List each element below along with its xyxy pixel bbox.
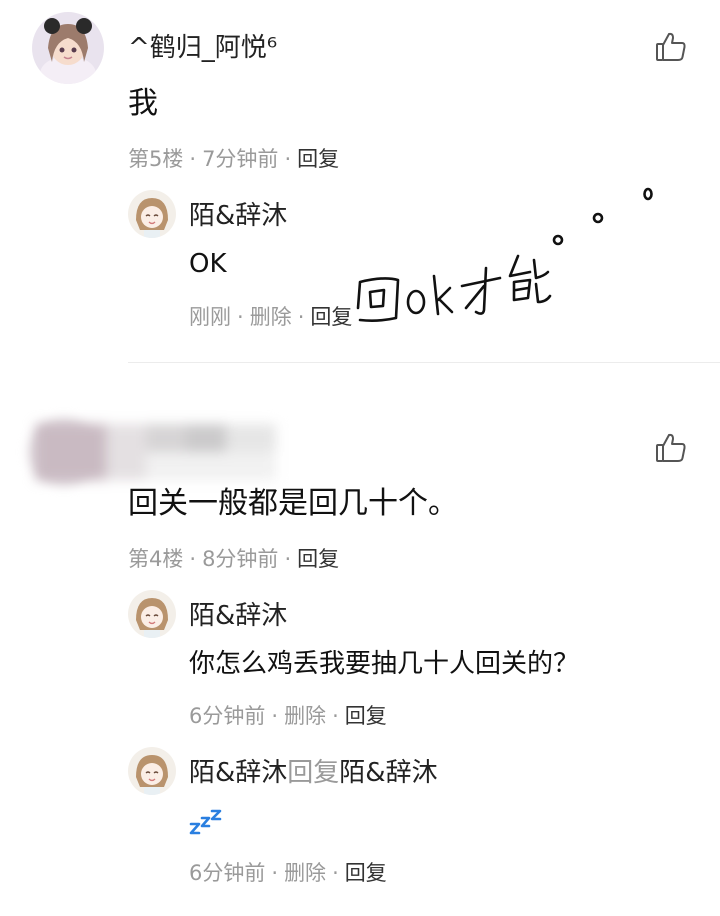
delete-button[interactable]: 删除 xyxy=(250,305,292,329)
timestamp: 7分钟前 xyxy=(202,147,279,171)
comment-author[interactable]: ^鹤归_阿悦⁶ xyxy=(128,35,277,61)
reply-author[interactable]: 陌&辞沐 xyxy=(189,603,287,629)
separator-dot: · xyxy=(284,147,292,171)
avatar[interactable] xyxy=(128,590,176,638)
separator-dot: · xyxy=(284,547,292,571)
avatar[interactable] xyxy=(128,747,176,795)
comment-text: 我 xyxy=(128,86,158,121)
reply-button[interactable]: 回复 xyxy=(310,305,352,329)
separator-dot: · xyxy=(237,305,244,329)
reply-meta: 6分钟前 · 删除 · 回复 xyxy=(189,863,387,884)
reply-button[interactable]: 回复 xyxy=(297,547,339,571)
comment-text: 回关一般都是回几十个。 xyxy=(128,486,458,521)
thumbs-up-icon[interactable] xyxy=(654,431,688,465)
reply-button[interactable]: 回复 xyxy=(297,147,339,171)
floor-label: 第5楼 xyxy=(128,147,184,171)
delete-button[interactable]: 删除 xyxy=(284,861,326,885)
reply-text: 你怎么鸡丢我要抽几十人回关的？ xyxy=(189,649,580,679)
floor-label: 第4楼 xyxy=(128,547,184,571)
comment-meta: 第4楼 · 8分钟前 · 回复 xyxy=(128,549,339,570)
reply-to-label: 回复 xyxy=(287,758,340,788)
timestamp: 8分钟前 xyxy=(202,547,279,571)
delete-button[interactable]: 删除 xyxy=(284,704,326,728)
avatar[interactable] xyxy=(32,12,104,84)
separator-dot: · xyxy=(271,704,279,728)
timestamp: 刚刚 xyxy=(189,305,231,329)
reply-button[interactable]: 回复 xyxy=(345,861,387,885)
handwritten-annotation xyxy=(356,187,653,322)
sleep-emoji: 💤 xyxy=(189,806,223,836)
divider xyxy=(128,362,720,363)
timestamp: 6分钟前 xyxy=(189,861,266,885)
separator-dot: · xyxy=(332,704,339,728)
separator-dot: · xyxy=(189,147,197,171)
timestamp: 6分钟前 xyxy=(189,704,266,728)
reply-target-author[interactable]: 陌&辞沐 xyxy=(339,758,437,788)
reply-meta: 6分钟前 · 删除 · 回复 xyxy=(189,706,387,727)
avatar[interactable] xyxy=(128,190,176,238)
comment-meta: 第5楼 · 7分钟前 · 回复 xyxy=(128,149,339,170)
reply-button[interactable]: 回复 xyxy=(345,704,387,728)
separator-dot: · xyxy=(332,861,339,885)
reply-header: 陌&辞沐回复陌&辞沐 xyxy=(189,760,438,786)
reply-text: OK xyxy=(189,249,227,279)
reply-meta: 刚刚 · 删除 · 回复 xyxy=(189,307,352,328)
thumbs-up-icon[interactable] xyxy=(654,30,688,64)
reply-author[interactable]: 陌&辞沐 xyxy=(189,203,287,229)
comment-author[interactable] xyxy=(36,418,306,486)
separator-dot: · xyxy=(189,547,197,571)
reply-author[interactable]: 陌&辞沐 xyxy=(189,758,287,788)
separator-dot: · xyxy=(271,861,279,885)
separator-dot: · xyxy=(297,305,305,329)
